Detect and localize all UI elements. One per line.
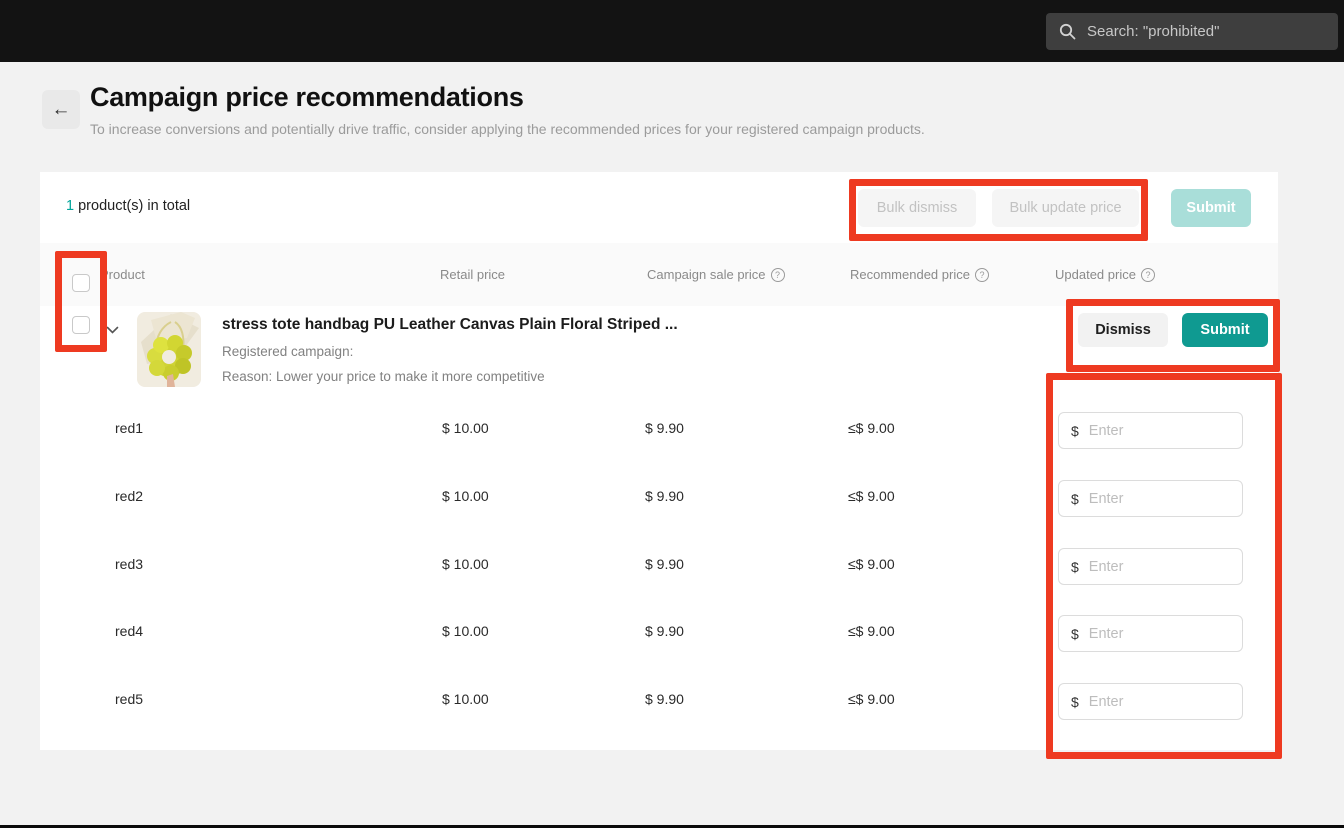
updated-price-input[interactable]	[1089, 626, 1230, 642]
variant-row: red3 $ 10.00 $ 9.90 ≤$ 9.00 $	[40, 532, 1278, 600]
campaign-sale-price-value: $ 9.90	[645, 488, 684, 504]
page-title: Campaign price recommendations	[90, 82, 524, 113]
variant-row: red2 $ 10.00 $ 9.90 ≤$ 9.00 $	[40, 464, 1278, 532]
updated-price-input[interactable]	[1089, 559, 1230, 575]
variant-name: red4	[115, 623, 143, 639]
product-title: stress tote handbag PU Leather Canvas Pl…	[222, 316, 678, 334]
variant-name: red3	[115, 556, 143, 572]
currency-prefix: $	[1071, 559, 1079, 575]
column-label: Product	[100, 267, 145, 282]
toolbar-card: 1 product(s) in total Bulk dismiss Bulk …	[40, 172, 1278, 243]
column-label: Campaign sale price	[647, 267, 766, 282]
column-header-campaign-sale-price: Campaign sale price ?	[647, 243, 785, 306]
recommended-price-value: ≤$ 9.00	[848, 420, 895, 436]
recommended-price-value: ≤$ 9.00	[848, 691, 895, 707]
variant-row: red4 $ 10.00 $ 9.90 ≤$ 9.00 $	[40, 599, 1278, 667]
updated-price-input[interactable]	[1089, 694, 1230, 710]
chevron-down-icon[interactable]	[106, 322, 119, 340]
retail-price-value: $ 10.00	[442, 488, 489, 504]
recommended-price-value: ≤$ 9.00	[848, 556, 895, 572]
variant-name: red5	[115, 691, 143, 707]
product-checkbox[interactable]	[72, 316, 90, 334]
updated-price-field[interactable]: $	[1058, 615, 1243, 652]
bulk-dismiss-button[interactable]: Bulk dismiss	[858, 189, 976, 227]
column-header-recommended-price: Recommended price ?	[850, 243, 989, 306]
campaign-sale-price-value: $ 9.90	[645, 623, 684, 639]
product-row: stress tote handbag PU Leather Canvas Pl…	[40, 306, 1278, 396]
select-all-checkbox[interactable]	[72, 274, 90, 292]
updated-price-input[interactable]	[1089, 423, 1230, 439]
total-count-label: product(s) in total	[74, 198, 190, 214]
column-header-product: Product	[100, 243, 145, 306]
campaign-sale-price-value: $ 9.90	[645, 556, 684, 572]
bulk-submit-button[interactable]: Submit	[1171, 189, 1251, 227]
topbar: Search: "prohibited"	[0, 0, 1344, 62]
currency-prefix: $	[1071, 491, 1079, 507]
product-thumbnail	[137, 312, 201, 387]
dismiss-button[interactable]: Dismiss	[1078, 313, 1168, 347]
column-label: Updated price	[1055, 267, 1136, 282]
column-label: Retail price	[440, 267, 505, 282]
currency-prefix: $	[1071, 626, 1079, 642]
campaign-sale-price-value: $ 9.90	[645, 691, 684, 707]
updated-price-input[interactable]	[1089, 491, 1230, 507]
recommended-price-value: ≤$ 9.00	[848, 488, 895, 504]
recommendation-reason: Reason: Lower your price to make it more…	[222, 369, 545, 384]
help-icon[interactable]: ?	[975, 268, 989, 282]
column-header-retail-price: Retail price	[440, 243, 505, 306]
help-icon[interactable]: ?	[1141, 268, 1155, 282]
variant-row: red5 $ 10.00 $ 9.90 ≤$ 9.00 $	[40, 667, 1278, 735]
recommended-price-value: ≤$ 9.00	[848, 623, 895, 639]
updated-price-field[interactable]: $	[1058, 548, 1243, 585]
variant-name: red2	[115, 488, 143, 504]
updated-price-field[interactable]: $	[1058, 412, 1243, 449]
table-header-row: Product Retail price Campaign sale price…	[40, 243, 1278, 306]
products-table: Product Retail price Campaign sale price…	[40, 243, 1278, 750]
search-text: Search: "prohibited"	[1087, 23, 1219, 40]
currency-prefix: $	[1071, 694, 1079, 710]
registered-campaign-label: Registered campaign:	[222, 344, 353, 359]
variant-row: red1 $ 10.00 $ 9.90 ≤$ 9.00 $	[40, 396, 1278, 464]
total-count-number: 1	[66, 198, 74, 214]
column-label: Recommended price	[850, 267, 970, 282]
retail-price-value: $ 10.00	[442, 623, 489, 639]
bulk-update-price-button[interactable]: Bulk update price	[992, 189, 1139, 227]
updated-price-field[interactable]: $	[1058, 480, 1243, 517]
total-count-text: 1 product(s) in total	[66, 198, 190, 214]
retail-price-value: $ 10.00	[442, 556, 489, 572]
back-arrow-icon: ←	[52, 99, 71, 121]
retail-price-value: $ 10.00	[442, 420, 489, 436]
help-icon[interactable]: ?	[771, 268, 785, 282]
campaign-sale-price-value: $ 9.90	[645, 420, 684, 436]
currency-prefix: $	[1071, 423, 1079, 439]
variant-name: red1	[115, 420, 143, 436]
page-subtitle: To increase conversions and potentially …	[90, 121, 925, 137]
back-button[interactable]: ←	[42, 90, 80, 129]
retail-price-value: $ 10.00	[442, 691, 489, 707]
submit-button[interactable]: Submit	[1182, 313, 1268, 347]
column-header-updated-price: Updated price ?	[1055, 243, 1155, 306]
search-box[interactable]: Search: "prohibited"	[1046, 13, 1338, 50]
updated-price-field[interactable]: $	[1058, 683, 1243, 720]
search-icon	[1059, 23, 1076, 40]
